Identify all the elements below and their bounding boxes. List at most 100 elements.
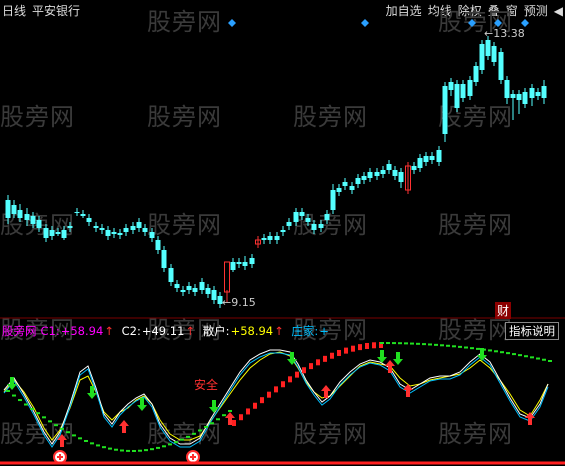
- candle-body: [192, 288, 198, 292]
- green-dash: [30, 407, 34, 410]
- safe-label: 安全: [194, 378, 219, 392]
- red-dash: [253, 402, 257, 409]
- candle: [299, 208, 305, 220]
- green-dash: [422, 343, 426, 346]
- candle: [349, 182, 355, 194]
- event-diamond-icon: [228, 19, 236, 27]
- red-dash: [330, 352, 334, 359]
- candle: [429, 152, 435, 164]
- red-dash: [281, 381, 285, 388]
- finance-badge[interactable]: 财: [495, 302, 512, 319]
- green-dash: [452, 345, 456, 348]
- green-dash: [42, 416, 46, 419]
- candle-body: [117, 233, 123, 235]
- candle: [318, 220, 324, 232]
- green-dash: [12, 394, 16, 397]
- candle: [423, 152, 429, 166]
- green-dash: [500, 351, 504, 354]
- red-dash: [260, 397, 264, 404]
- green-dash: [162, 445, 166, 448]
- candle: [61, 226, 67, 240]
- candle: [242, 256, 248, 270]
- candle-body: [386, 164, 392, 170]
- red-dash: [316, 359, 320, 366]
- candle-body: [311, 224, 317, 230]
- green-dash: [476, 347, 480, 350]
- candle-body: [136, 222, 142, 228]
- candle: [43, 224, 49, 242]
- candle-body: [211, 290, 217, 300]
- candle-body: [67, 226, 73, 228]
- green-dash: [222, 414, 226, 417]
- candle: [249, 254, 255, 268]
- green-dash: [392, 342, 396, 345]
- candle: [386, 160, 392, 174]
- candle: [392, 166, 398, 180]
- green-dash: [216, 418, 220, 421]
- green-dash: [174, 441, 178, 444]
- candle-body: [448, 82, 454, 90]
- green-dash: [548, 360, 552, 362]
- candle: [324, 210, 330, 224]
- indicator-name[interactable]: 股旁网: [2, 324, 37, 338]
- green-dash: [380, 342, 384, 344]
- candle: [93, 222, 99, 232]
- candle: [111, 228, 117, 238]
- green-dash: [90, 442, 94, 445]
- candle: [535, 88, 541, 100]
- candle-body: [130, 226, 136, 230]
- candle: [491, 42, 497, 66]
- candle-body: [261, 238, 267, 240]
- buy-arrow-icon: [119, 420, 129, 433]
- candle-body: [293, 212, 299, 222]
- candle-body: [155, 240, 161, 250]
- candle: [342, 178, 348, 190]
- candle-body: [174, 284, 180, 288]
- candle-body: [242, 262, 248, 266]
- green-dash: [54, 424, 58, 427]
- candle: [274, 232, 280, 244]
- candle-body: [436, 150, 442, 162]
- green-dash: [48, 420, 52, 423]
- candle: [529, 84, 535, 106]
- green-dash: [72, 434, 76, 437]
- candle: [479, 40, 485, 74]
- green-dash: [228, 409, 232, 412]
- candle: [117, 229, 123, 239]
- candle-body: [535, 92, 541, 96]
- candle: [180, 286, 186, 296]
- event-diamond-icon: [361, 19, 369, 27]
- candle: [130, 222, 136, 234]
- candle: [467, 76, 473, 100]
- candle: [460, 80, 466, 102]
- c2-value: +49.11: [141, 324, 185, 338]
- candle-body: [80, 214, 86, 216]
- event-diamond-icon: [494, 19, 502, 27]
- candle: [155, 236, 161, 254]
- candle: [261, 234, 267, 244]
- candle: [522, 88, 528, 108]
- green-dash: [96, 444, 100, 447]
- candle-body: [74, 212, 80, 213]
- candle: [136, 218, 142, 232]
- candle: [205, 284, 211, 298]
- green-dash: [126, 449, 130, 452]
- cyan-line: [3, 352, 549, 448]
- candle-body: [43, 228, 49, 238]
- green-dash: [404, 342, 408, 345]
- green-dash: [66, 431, 70, 434]
- candle-body: [541, 86, 547, 98]
- indicator-explain-button[interactable]: 指标说明: [505, 322, 559, 340]
- candle: [405, 162, 411, 194]
- c2-label: C2:: [121, 324, 141, 338]
- candle: [236, 258, 242, 268]
- candle: [473, 62, 479, 86]
- candle-body: [417, 158, 423, 168]
- candle: [24, 208, 30, 226]
- green-dash: [180, 438, 184, 441]
- candle-body: [380, 170, 386, 174]
- candle-body: [485, 40, 491, 56]
- candle-body: [324, 214, 330, 220]
- candle-body: [330, 190, 336, 210]
- low-price-label: ←9.15: [222, 296, 256, 309]
